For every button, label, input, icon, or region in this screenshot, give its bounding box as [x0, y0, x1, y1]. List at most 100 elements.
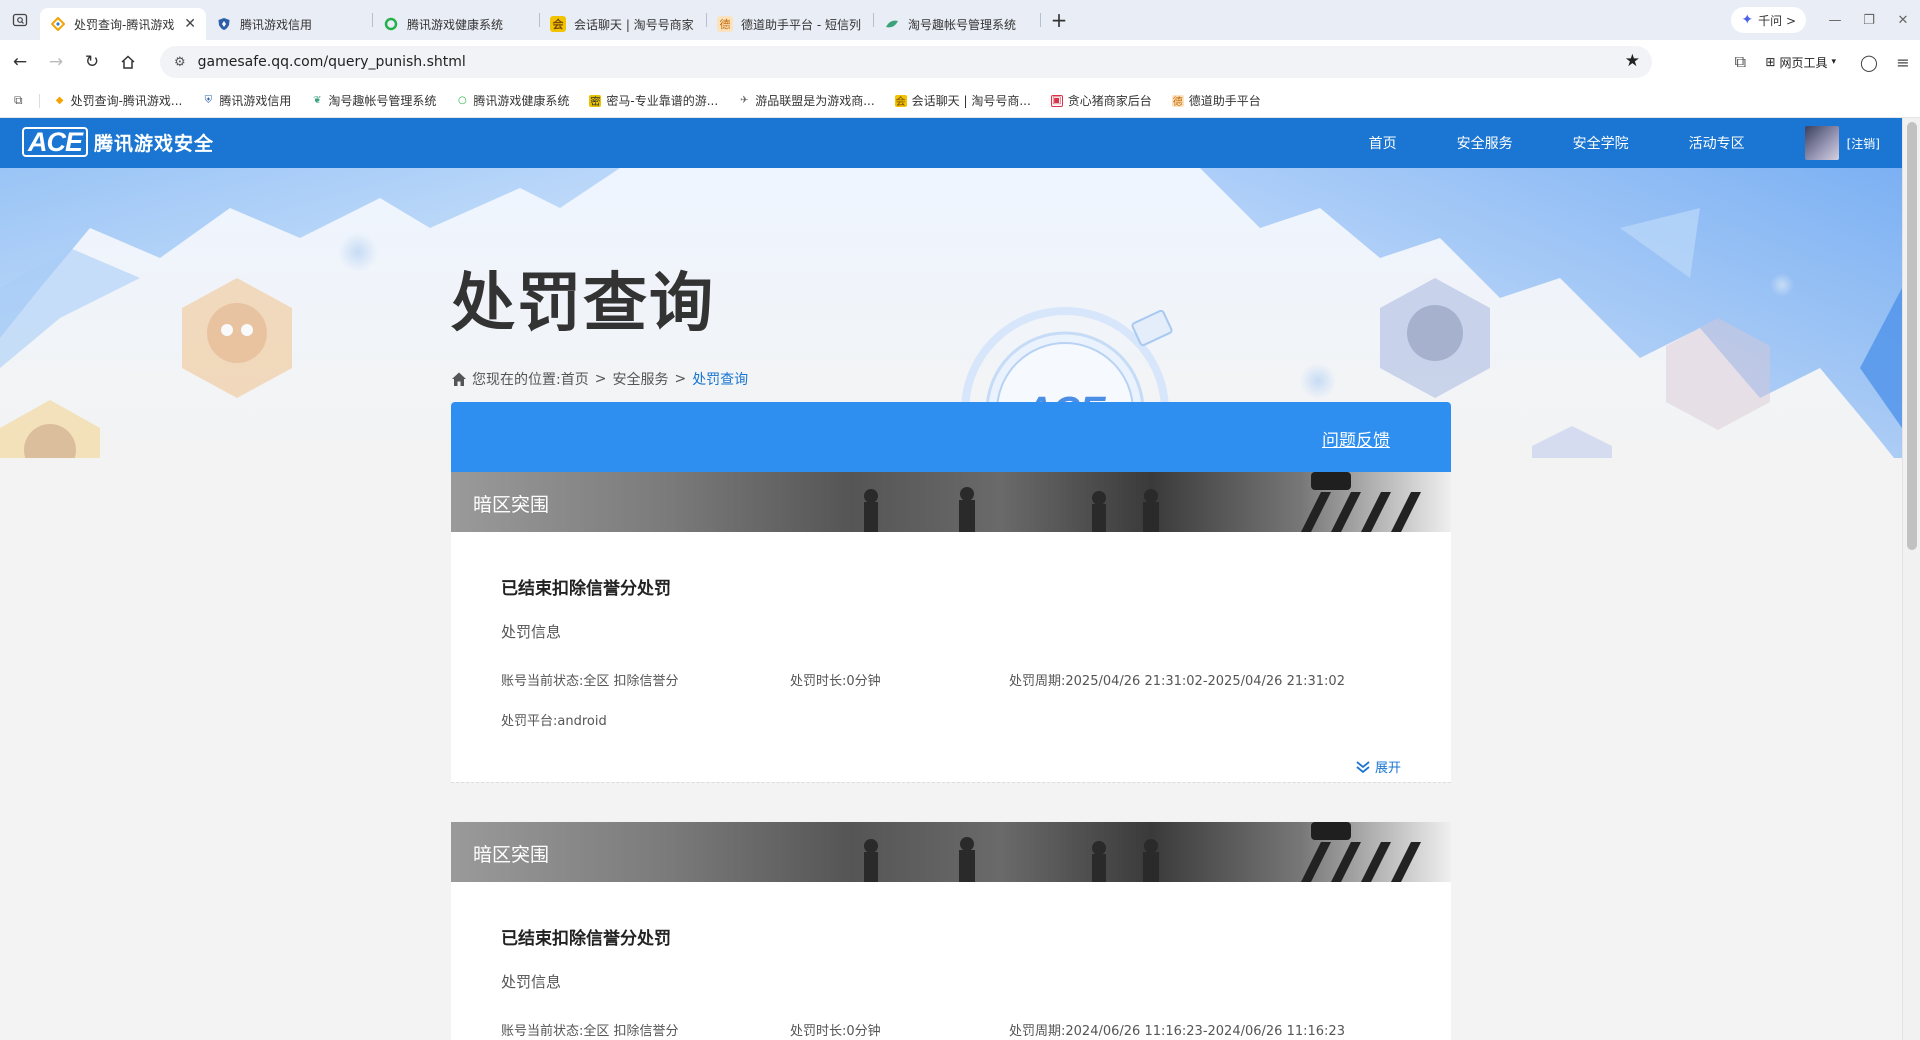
- bookmark-item[interactable]: 密密马-专业靠谱的游...: [589, 92, 718, 109]
- page-title: 处罚查询: [451, 267, 715, 341]
- nav-security-academy[interactable]: 安全学院: [1573, 133, 1629, 153]
- record-subtitle: 处罚信息: [501, 623, 562, 641]
- web-tools-button[interactable]: ⊞ 网页工具 ▾: [1765, 54, 1836, 71]
- bookmark-separator: [38, 93, 40, 108]
- web-tools-label: 网页工具: [1779, 55, 1828, 70]
- toolbar-right: ⧉ ⊞ 网页工具 ▾ ◯ ≡: [1723, 40, 1920, 84]
- bookmarks-bar: ⧉ ◆ 处罚查询-腾讯游戏... ⛨ 腾讯游戏信用 ❦ 淘号趣帐号管理系统 ○ 腾讯游戏…: [0, 84, 1920, 118]
- game-name: 暗区突围: [473, 494, 550, 516]
- home-icon: [452, 372, 466, 386]
- punish-platform: 处罚平台:android: [501, 714, 607, 729]
- punish-records-panel: 问题反馈 暗区突围 已结束扣除信誉分处罚 处罚信息 账号当前状态:全区 扣除信誉…: [451, 402, 1451, 1040]
- breadcrumb-separator: >: [674, 371, 687, 387]
- punish-period: 处罚周期:2024/06/26 11:16:23-2024/06/26 11:1…: [1009, 1024, 1345, 1039]
- logout-link[interactable]: [注销]: [1847, 135, 1880, 152]
- back-icon[interactable]: ←: [4, 46, 36, 78]
- bookmark-label: 腾讯游戏健康系统: [473, 94, 570, 108]
- decor-bubble: [1300, 363, 1336, 399]
- forward-icon[interactable]: →: [40, 46, 72, 78]
- breadcrumb-current[interactable]: 处罚查询: [692, 369, 748, 389]
- game-banner: 暗区突围: [451, 472, 1451, 532]
- profile-icon[interactable]: ◯: [1852, 53, 1886, 72]
- url-field[interactable]: ⚙ gamesafe.qq.com/query_punish.shtml ★: [160, 46, 1652, 78]
- tab-close-icon[interactable]: ✕: [184, 16, 196, 32]
- browser-tab-punish-query[interactable]: 处罚查询-腾讯游戏 ✕: [40, 8, 206, 40]
- punish-period: 处罚周期:2025/04/26 21:31:02-2025/04/26 21:3…: [1009, 674, 1345, 689]
- site-logo[interactable]: ACE 腾讯游戏安全: [22, 127, 214, 157]
- logo-text: 腾讯游戏安全: [94, 132, 215, 155]
- character-hexagon-image: [1380, 278, 1490, 398]
- bookmark-label: 游品联盟是为游戏商...: [755, 94, 875, 108]
- punish-record: 暗区突围 已结束扣除信誉分处罚 处罚信息 账号当前状态:全区 扣除信誉分 处罚时…: [451, 472, 1451, 822]
- expand-button[interactable]: 展开: [1355, 757, 1401, 776]
- assistant-icon: 德: [717, 16, 733, 32]
- avatar[interactable]: [1804, 126, 1839, 160]
- character-hexagon-image: [0, 400, 100, 458]
- scrollbar-thumb[interactable]: [1907, 122, 1917, 550]
- mima-icon: 密: [589, 94, 602, 108]
- record-info-row: 账号当前状态:全区 扣除信誉分 处罚时长:0分钟 处罚周期:2024/06/26…: [501, 1020, 1401, 1039]
- account-status: 账号当前状态:全区 扣除信誉分: [501, 674, 679, 689]
- extensions-icon[interactable]: ⧉: [1723, 52, 1757, 72]
- bookmark-item[interactable]: 德德道助手平台: [1171, 92, 1261, 109]
- browser-tab-chat[interactable]: 会 会话聊天 | 淘号号商家: [540, 8, 706, 40]
- browser-tab-bar: 处罚查询-腾讯游戏 ✕ 腾讯游戏信用 腾讯游戏健康系统 会 会话聊天 | 淘号号…: [0, 0, 1920, 40]
- restore-icon[interactable]: ❐: [1852, 0, 1886, 40]
- bookmark-star-icon[interactable]: ★: [1625, 51, 1640, 71]
- site-header: ACE 腾讯游戏安全 首页 安全服务 安全学院 活动专区 [注销]: [0, 118, 1902, 168]
- breadcrumb-security-service[interactable]: 安全服务: [612, 369, 668, 389]
- browser-tab-account-mgmt[interactable]: 淘号趣帐号管理系统: [874, 8, 1040, 40]
- browser-tab-health[interactable]: 腾讯游戏健康系统: [373, 8, 539, 40]
- double-chevron-down-icon: [1356, 760, 1370, 773]
- close-window-icon[interactable]: ✕: [1886, 0, 1920, 40]
- qianwen-label: 千问 >: [1758, 13, 1796, 28]
- tab-label: 处罚查询-腾讯游戏: [74, 17, 175, 32]
- feedback-bar: 问题反馈: [451, 402, 1451, 472]
- breadcrumb-home[interactable]: 首页: [561, 369, 589, 389]
- browser-tab-credit[interactable]: 腾讯游戏信用: [206, 8, 372, 40]
- tab-label: 会话聊天 | 淘号号商家: [574, 17, 694, 32]
- tab-search-icon[interactable]: [0, 0, 40, 40]
- record-divider: [451, 782, 1451, 822]
- bookmark-item[interactable]: 会会话聊天 | 淘号号商...: [894, 92, 1031, 109]
- qianwen-button[interactable]: ✦ 千问 >: [1731, 7, 1806, 33]
- bookmark-item[interactable]: ▣ 贪心猪商家后台: [1050, 92, 1152, 109]
- reload-icon[interactable]: ↻: [76, 46, 108, 78]
- character-hexagon-image: [1532, 426, 1612, 458]
- assistant-icon: 德: [1171, 94, 1184, 108]
- ace-logo-mark: ACE: [22, 127, 89, 157]
- main-nav: 首页 安全服务 安全学院 活动专区 [注销]: [1369, 118, 1902, 168]
- grid-icon: ⊞: [1765, 55, 1776, 69]
- punish-record: 暗区突围 已结束扣除信誉分处罚 处罚信息 账号当前状态:全区 扣除信誉分 处罚时…: [451, 822, 1451, 1040]
- character-hexagon-image: [1666, 318, 1770, 430]
- leaf-icon: [884, 16, 900, 32]
- minimize-icon[interactable]: —: [1818, 0, 1852, 40]
- game-banner: 暗区突围: [451, 822, 1451, 882]
- bookmark-item[interactable]: ◆ 处罚查询-腾讯游戏...: [54, 92, 183, 109]
- bookmark-item[interactable]: ⛨ 腾讯游戏信用: [202, 92, 292, 109]
- home-icon[interactable]: [112, 46, 144, 78]
- bookmark-label: 贪心猪商家后台: [1067, 94, 1152, 108]
- nav-activities[interactable]: 活动专区: [1689, 133, 1745, 153]
- nav-home[interactable]: 首页: [1369, 133, 1397, 153]
- bookmark-item[interactable]: ✈ 游品联盟是为游戏商...: [738, 92, 875, 109]
- bookmark-item[interactable]: ○ 腾讯游戏健康系统: [456, 92, 569, 109]
- record-title: 已结束扣除信誉分处罚: [501, 929, 671, 949]
- new-tab-button[interactable]: +: [1041, 0, 1077, 40]
- menu-icon[interactable]: ≡: [1886, 53, 1920, 72]
- decor-bubble: [338, 232, 378, 272]
- nav-security-service[interactable]: 安全服务: [1457, 133, 1513, 153]
- browser-tab-assistant[interactable]: 德 德道助手平台 - 短信列: [707, 8, 873, 40]
- pig-icon: ▣: [1050, 94, 1063, 107]
- site-settings-icon[interactable]: ⚙: [174, 55, 186, 70]
- breadcrumb-separator: >: [594, 371, 607, 387]
- tab-label: 腾讯游戏信用: [240, 17, 313, 32]
- page-scrollbar[interactable]: [1902, 118, 1920, 1040]
- breadcrumb: 您现在的位置: 首页 > 安全服务 > 处罚查询: [451, 369, 748, 389]
- feedback-link[interactable]: 问题反馈: [1322, 426, 1390, 451]
- bookmark-item[interactable]: ❦ 淘号趣帐号管理系统: [311, 92, 436, 109]
- address-bar-row: ← → ↻ ⚙ gamesafe.qq.com/query_punish.sht…: [0, 40, 1920, 84]
- bookmark-manager-icon[interactable]: ⧉: [14, 93, 23, 108]
- chevron-down-icon: ▾: [1831, 57, 1836, 67]
- punish-duration: 处罚时长:0分钟: [790, 674, 881, 689]
